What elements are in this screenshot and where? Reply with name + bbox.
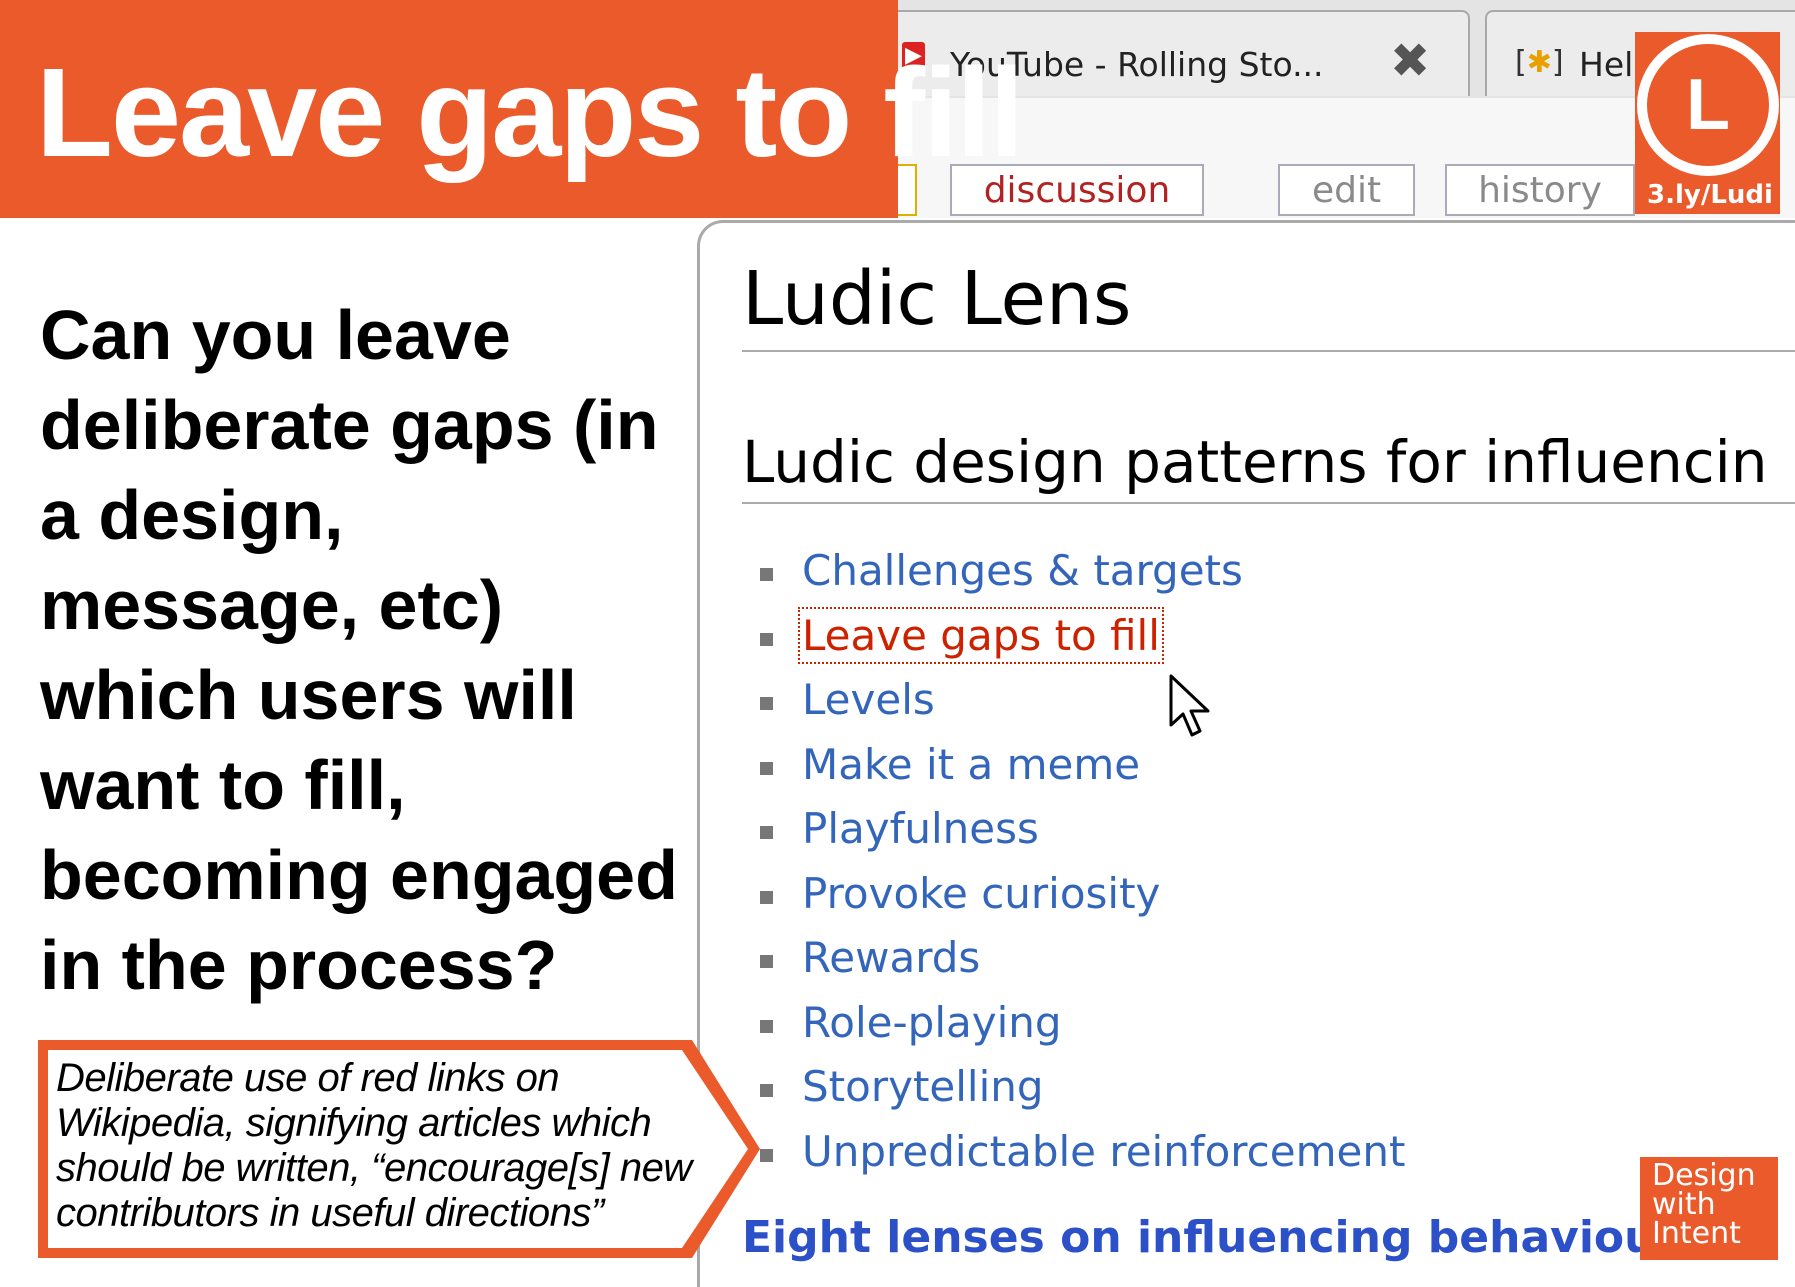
- tab-edit[interactable]: edit: [1278, 164, 1415, 216]
- divider: [742, 350, 1795, 352]
- logo-url: 3.ly/Ludi: [1647, 180, 1773, 210]
- pattern-link[interactable]: Rewards: [802, 933, 980, 982]
- brand-line: Intent: [1652, 1216, 1741, 1251]
- title-banner: Leave gaps to fill: [0, 0, 1024, 218]
- logo-letter: L: [1647, 44, 1769, 166]
- bullet-icon: [760, 1019, 773, 1033]
- pattern-link[interactable]: Levels: [802, 675, 935, 724]
- footer-link[interactable]: Eight lenses on influencing behaviour t: [742, 1212, 1714, 1263]
- callout-text: Deliberate use of red links on Wikipedia…: [56, 1056, 692, 1235]
- bullet-icon: [760, 632, 773, 646]
- pattern-link[interactable]: Challenges & targets: [802, 546, 1243, 595]
- design-with-intent-logo: Design with Intent: [1640, 1157, 1778, 1260]
- bullet-icon: [760, 890, 773, 904]
- pattern-link[interactable]: Make it a meme: [802, 740, 1140, 789]
- tab-history[interactable]: history: [1445, 164, 1635, 216]
- bullet-icon: [760, 697, 773, 710]
- pattern-link[interactable]: Storytelling: [802, 1062, 1044, 1111]
- section-heading: Ludic design patterns for influencin: [742, 428, 1768, 496]
- pattern-link[interactable]: Playfulness: [802, 804, 1039, 853]
- pattern-link-red[interactable]: Leave gaps to fill: [798, 606, 1164, 664]
- slide-question: Can you leave deliberate gaps (in a desi…: [40, 296, 678, 1004]
- bullet-icon: [760, 826, 773, 839]
- page-title: Ludic Lens: [742, 256, 1132, 342]
- bullet-icon: [760, 761, 773, 775]
- help-icon: [✱]: [1515, 45, 1564, 80]
- slide-title: Leave gaps to fill: [36, 42, 1024, 183]
- mouse-cursor-icon: [1169, 674, 1210, 737]
- brand-line: Design: [1652, 1158, 1756, 1193]
- close-icon[interactable]: ✖: [1390, 36, 1430, 86]
- pattern-link[interactable]: Unpredictable reinforcement: [802, 1127, 1405, 1176]
- bullet-icon: [760, 568, 773, 581]
- divider: [742, 502, 1795, 504]
- pattern-link[interactable]: Role-playing: [802, 998, 1062, 1047]
- bullet-icon: [760, 955, 773, 968]
- pattern-link[interactable]: Provoke curiosity: [802, 869, 1160, 918]
- brand-line: with: [1652, 1187, 1716, 1222]
